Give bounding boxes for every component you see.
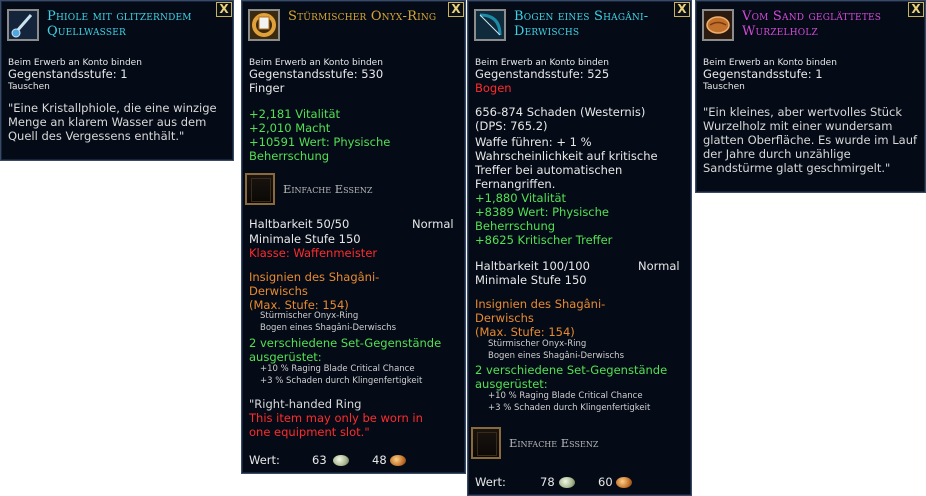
set-item: Bogen eines Shagâni-Derwischs [488,351,624,361]
set-item: Bogen eines Shagâni-Derwischs [260,323,396,333]
item-title: Stürmischer Onyx-Ring [288,9,437,24]
set-bonus: +3 % Schaden durch Klingenfertigkeit [488,403,651,413]
item-level: Gegenstandsstufe: 1 [703,67,823,81]
durability: Haltbarkeit 100/100 [475,259,590,273]
proc-text: Waffe führen: + 1 % [475,135,592,149]
tooltip-ring: Stürmischer Onyx-Ring X Beim Erwerb an K… [241,0,466,474]
tooltip-wood: Vom Sand geglättetes Wurzelholz X Beim E… [695,0,926,193]
item-level: Gegenstandsstufe: 530 [249,67,384,81]
bow-icon [474,9,506,41]
set-bonus-heading: 2 verschiedene Set-Gegenstände [475,363,668,377]
set-name: Derwischs [249,284,308,298]
vial-icon [7,9,39,41]
set-bonus-heading: ausgerüstet: [249,350,322,364]
silver-coin-icon [559,477,575,488]
copper-amount: 48 [372,453,387,467]
worth-label: Wert: [249,453,280,467]
set-name: Insignien des Shagâni- [249,270,380,284]
worth-label: Wert: [475,475,506,489]
item-title: Vom Sand geglättetes Wurzelholz [742,9,882,39]
flavor-text: "Right-handed Ring [249,397,362,411]
set-bonus: +3 % Schaden durch Klingenfertigkeit [260,376,423,386]
essence-label: Einfache Essenz [283,182,373,196]
stat-line: +2,181 Vitalität [249,107,341,121]
proc-text: Wahrscheinlichkeit auf kritische [475,149,658,163]
set-name: Insignien des Shagâni- [475,297,606,311]
ring-icon [248,9,280,41]
class-requirement: Klasse: Waffenmeister [249,246,378,260]
warning-text: This item may only be worn in [249,411,423,425]
stat-line: Beherrschung [475,219,556,233]
tooltip-bow: Bogen eines Shagâni-Derwischs X Beim Erw… [467,0,692,496]
set-name: Derwischs [475,311,534,325]
min-level: Minimale Stufe 150 [249,232,361,246]
damage: 656-874 Schaden (Westernis) [475,105,646,119]
proc-text: Fernangriffen. [475,177,556,191]
quality: Normal [412,217,454,231]
stat-line: +10591 Wert: Physische [249,135,391,149]
set-bonus-heading: 2 verschiedene Set-Gegenstände [249,336,442,350]
item-title: Phiole mit glitzerndem Quellwasser [47,9,192,39]
slot-text: Finger [249,81,285,95]
silver-coin-icon [333,455,349,466]
set-bonus-heading: ausgerüstet: [475,377,548,391]
stat-line: +8389 Wert: Physische [475,205,609,219]
copper-amount: 60 [598,475,613,489]
set-max-level: (Max. Stufe: 154) [475,325,575,339]
quality: Normal [638,259,680,273]
trade-text: Tauschen [8,82,50,92]
silver-amount: 63 [312,453,327,467]
copper-coin-icon [390,455,406,466]
item-type: Bogen [475,81,512,95]
item-title: Bogen eines Shagâni-Derwischs [514,9,649,39]
essence-slot[interactable] [245,173,275,205]
dps: (DPS: 765.2) [475,119,548,133]
stat-line: +1,880 Vitalität [475,191,567,205]
stat-line: +2,010 Macht [249,121,331,135]
trade-text: Tauschen [703,82,745,92]
close-button[interactable]: X [448,2,464,17]
copper-coin-icon [616,477,632,488]
close-button[interactable]: X [908,2,924,17]
flavor-text: "Eine Kristallphiole, die eine winzige M… [8,101,217,143]
warning-text: one equipment slot." [249,425,370,439]
item-level: Gegenstandsstufe: 525 [475,67,610,81]
silver-amount: 78 [540,475,555,489]
durability: Haltbarkeit 50/50 [249,217,350,231]
proc-text: Treffer bei automatischen [475,163,623,177]
close-button[interactable]: X [674,2,690,17]
flavor-text: "Ein kleines, aber wertvolles Stück Wurz… [703,105,918,175]
essence-label: Einfache Essenz [509,436,599,450]
stat-line: Beherrschung [249,149,330,163]
tooltip-phiole: Phiole mit glitzerndem Quellwasser X Bei… [0,0,234,161]
root-wood-icon [702,9,734,41]
item-level: Gegenstandsstufe: 1 [8,67,128,81]
essence-slot[interactable] [471,427,501,459]
min-level: Minimale Stufe 150 [475,273,587,287]
close-button[interactable]: X [216,2,232,17]
stat-line: +8625 Kritischer Treffer [475,233,613,247]
